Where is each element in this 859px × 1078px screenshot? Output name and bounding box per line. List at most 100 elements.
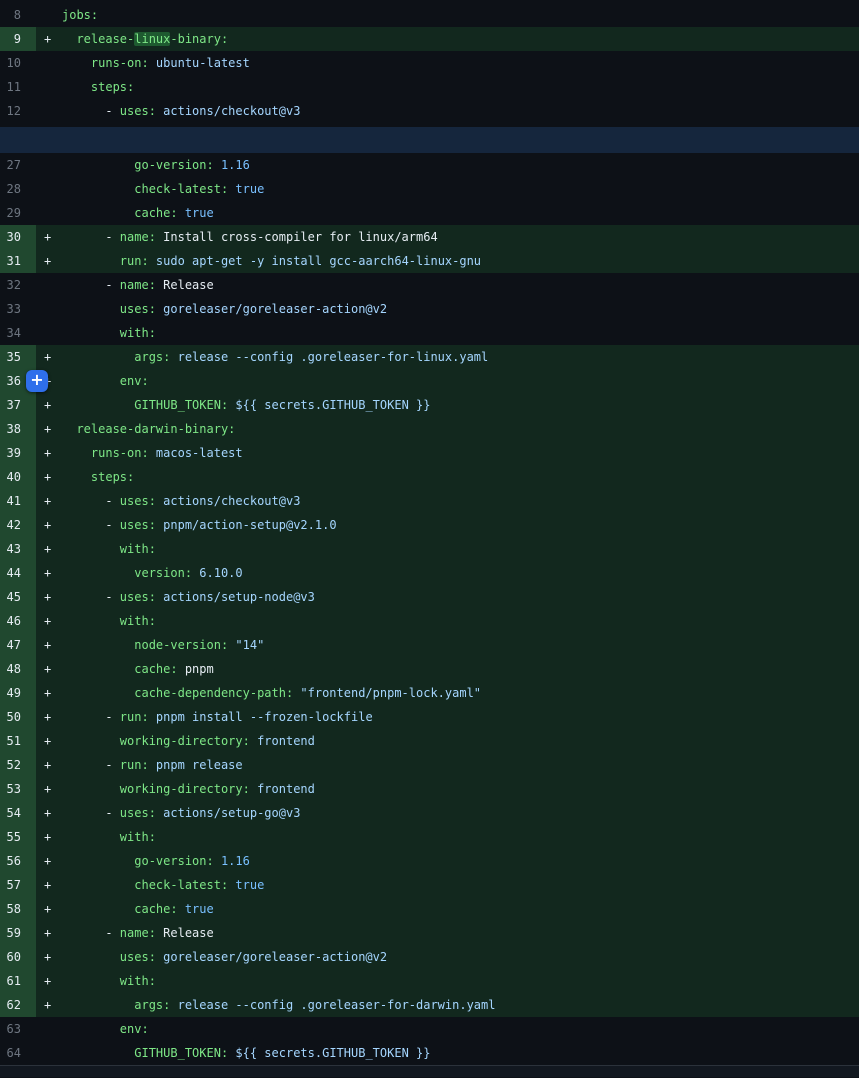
code-text: env: <box>62 369 149 393</box>
diff-marker: + <box>36 969 62 993</box>
diff-marker: + <box>36 849 62 873</box>
add-comment-button[interactable]: + <box>26 370 48 392</box>
line-number[interactable]: 58 <box>0 897 36 921</box>
line-number[interactable]: 59 <box>0 921 36 945</box>
line-number[interactable]: 54 <box>0 801 36 825</box>
line-number[interactable]: 40 <box>0 465 36 489</box>
line-number[interactable]: 56 <box>0 849 36 873</box>
diff-line-27: 27 go-version: 1.16 <box>0 153 859 177</box>
expand-hunk-row[interactable] <box>0 127 859 153</box>
code-text: uses: goreleaser/goreleaser-action@v2 <box>62 297 387 321</box>
line-number[interactable]: 34 <box>0 321 36 345</box>
line-number[interactable]: 55 <box>0 825 36 849</box>
line-number[interactable]: 50 <box>0 705 36 729</box>
diff-line-63: 63 env: <box>0 1017 859 1041</box>
line-number[interactable]: 30 <box>0 225 36 249</box>
diff-marker: + <box>36 417 62 441</box>
code-text: - name: Release <box>62 921 214 945</box>
line-number[interactable]: 61 <box>0 969 36 993</box>
diff-line-32: 32 - name: Release <box>0 273 859 297</box>
code-text: node-version: "14" <box>62 633 264 657</box>
code-text: working-directory: frontend <box>62 729 315 753</box>
line-number[interactable]: 42 <box>0 513 36 537</box>
diff-line-10: 10 runs-on: ubuntu-latest <box>0 51 859 75</box>
code-text: with: <box>62 537 156 561</box>
diff-line-50: 50+ - run: pnpm install --frozen-lockfil… <box>0 705 859 729</box>
line-number[interactable]: 44 <box>0 561 36 585</box>
diff-marker: + <box>36 873 62 897</box>
code-text: check-latest: true <box>62 873 264 897</box>
line-number[interactable]: 51 <box>0 729 36 753</box>
code-text: uses: goreleaser/goreleaser-action@v2 <box>62 945 387 969</box>
diff-line-11: 11 steps: <box>0 75 859 99</box>
line-number[interactable]: 47 <box>0 633 36 657</box>
line-number[interactable]: 52 <box>0 753 36 777</box>
diff-marker <box>36 177 62 201</box>
code-text: steps: <box>62 465 134 489</box>
plus-icon: + <box>30 372 43 388</box>
line-number[interactable]: 8 <box>0 3 36 27</box>
line-number[interactable]: 48 <box>0 657 36 681</box>
diff-marker <box>36 201 62 225</box>
line-number[interactable]: 37 <box>0 393 36 417</box>
line-number[interactable]: 12 <box>0 99 36 123</box>
diff-line-42: 42+ - uses: pnpm/action-setup@v2.1.0 <box>0 513 859 537</box>
line-number[interactable]: 32 <box>0 273 36 297</box>
diff-view: 8jobs:9+ release-linux-binary:10 runs-on… <box>0 0 859 1065</box>
diff-line-37: 37+ GITHUB_TOKEN: ${{ secrets.GITHUB_TOK… <box>0 393 859 417</box>
diff-marker: + <box>36 27 62 51</box>
code-text: check-latest: true <box>62 177 264 201</box>
diff-line-31: 31+ run: sudo apt-get -y install gcc-aar… <box>0 249 859 273</box>
line-number[interactable]: 57 <box>0 873 36 897</box>
line-number[interactable]: 39 <box>0 441 36 465</box>
line-number[interactable]: 31 <box>0 249 36 273</box>
diff-marker: + <box>36 441 62 465</box>
line-number[interactable]: 46 <box>0 609 36 633</box>
diff-line-51: 51+ working-directory: frontend <box>0 729 859 753</box>
diff-line-48: 48+ cache: pnpm <box>0 657 859 681</box>
line-number[interactable]: 33 <box>0 297 36 321</box>
diff-marker: + <box>36 993 62 1017</box>
diff-line-43: 43+ with: <box>0 537 859 561</box>
diff-marker <box>36 273 62 297</box>
line-number[interactable]: 43 <box>0 537 36 561</box>
diff-marker: + <box>36 657 62 681</box>
diff-line-45: 45+ - uses: actions/setup-node@v3 <box>0 585 859 609</box>
diff-marker: + <box>36 537 62 561</box>
diff-line-30: 30+ - name: Install cross-compiler for l… <box>0 225 859 249</box>
code-text: - uses: actions/setup-go@v3 <box>62 801 300 825</box>
line-number[interactable]: 60 <box>0 945 36 969</box>
diff-line-58: 58+ cache: true <box>0 897 859 921</box>
line-number[interactable]: 11 <box>0 75 36 99</box>
line-number[interactable]: 35 <box>0 345 36 369</box>
line-number[interactable]: 38 <box>0 417 36 441</box>
code-text: run: sudo apt-get -y install gcc-aarch64… <box>62 249 481 273</box>
diff-marker: + <box>36 897 62 921</box>
code-text: with: <box>62 321 156 345</box>
line-number[interactable]: 9 <box>0 27 36 51</box>
code-text: args: release --config .goreleaser-for-d… <box>62 993 495 1017</box>
line-number[interactable]: 53 <box>0 777 36 801</box>
diff-marker: + <box>36 465 62 489</box>
diff-marker: + <box>36 393 62 417</box>
line-number[interactable]: 64 <box>0 1041 36 1065</box>
diff-line-61: 61+ with: <box>0 969 859 993</box>
code-text: cache-dependency-path: "frontend/pnpm-lo… <box>62 681 481 705</box>
diff-page: { "theme": { "bg": "#0d1117", "addition_… <box>0 0 859 1078</box>
line-number[interactable]: 63 <box>0 1017 36 1041</box>
code-text: env: <box>62 1017 149 1041</box>
line-number[interactable]: 28 <box>0 177 36 201</box>
line-number[interactable]: 45 <box>0 585 36 609</box>
line-number[interactable]: 29 <box>0 201 36 225</box>
code-text: - name: Install cross-compiler for linux… <box>62 225 438 249</box>
diff-marker <box>36 51 62 75</box>
line-number[interactable]: 49 <box>0 681 36 705</box>
diff-marker: + <box>36 945 62 969</box>
code-text: with: <box>62 969 156 993</box>
diff-line-57: 57+ check-latest: true <box>0 873 859 897</box>
line-number[interactable]: 62 <box>0 993 36 1017</box>
line-number[interactable]: 41 <box>0 489 36 513</box>
line-number[interactable]: 27 <box>0 153 36 177</box>
code-text: - run: pnpm release <box>62 753 243 777</box>
line-number[interactable]: 10 <box>0 51 36 75</box>
